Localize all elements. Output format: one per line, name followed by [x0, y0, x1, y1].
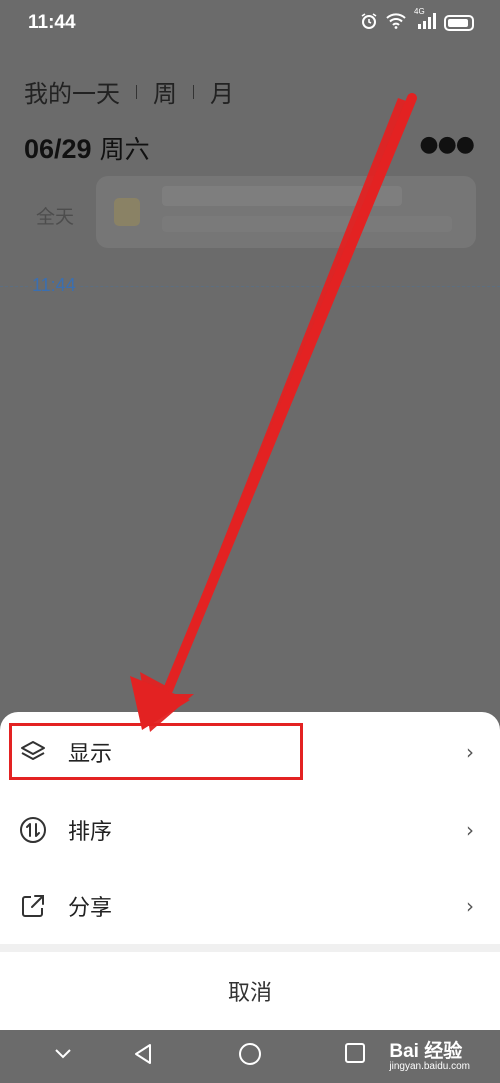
watermark-url: jingyan.baidu.com	[389, 1061, 470, 1072]
annotation-arrow	[130, 93, 417, 732]
baidu-watermark: Bai 经验 jingyan.baidu.com	[389, 1036, 470, 1072]
watermark-brand: Bai 经验	[389, 1041, 463, 1062]
